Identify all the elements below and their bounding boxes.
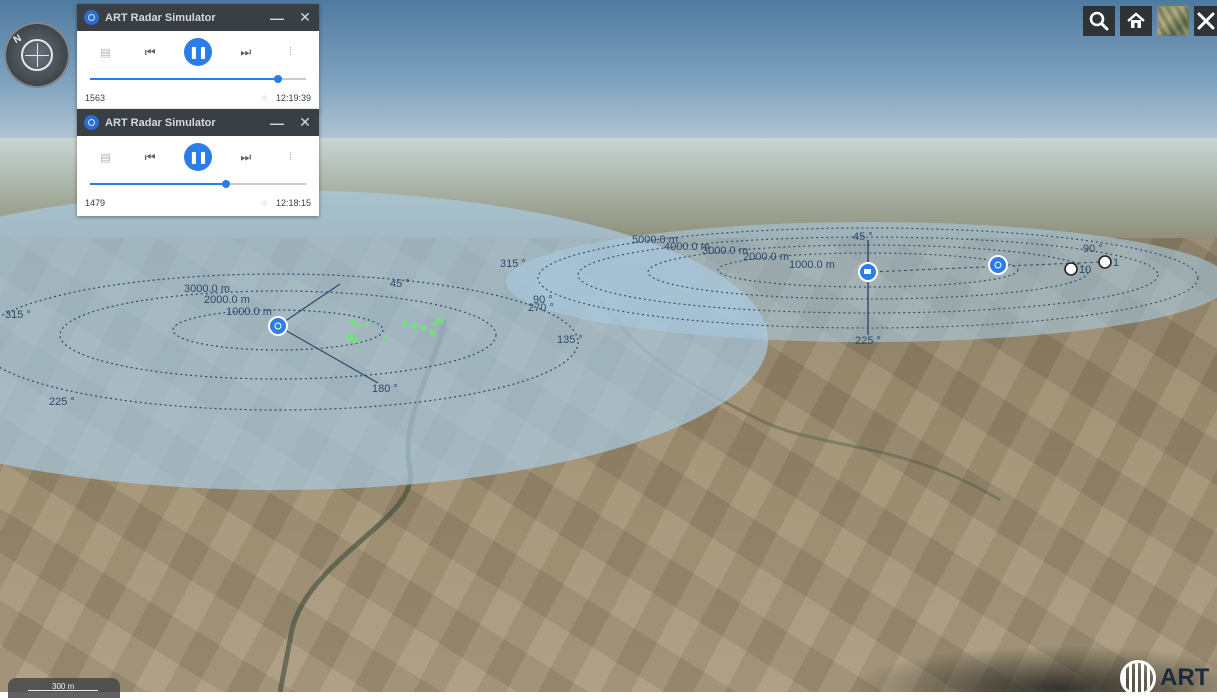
timeline-slider[interactable] <box>90 178 306 190</box>
loading-spinner-icon: ⁘ <box>260 92 268 103</box>
skip-forward-button[interactable]: ⏭ <box>235 146 257 168</box>
skip-forward-button[interactable]: ⏭ <box>235 41 257 63</box>
range-label: 1000.0 m <box>226 306 272 318</box>
bearing-label: 270 ° <box>528 302 554 314</box>
pause-button[interactable]: ❚❚ <box>183 38 212 66</box>
simulator-title: ART Radar Simulator <box>105 11 216 24</box>
layers-icon[interactable]: ▤ <box>94 146 116 168</box>
simulator-title: ART Radar Simulator <box>105 116 216 129</box>
bearing-label: 45 ° <box>853 231 873 243</box>
navigation-compass[interactable]: N <box>4 22 70 88</box>
basemap-button[interactable] <box>1157 6 1189 36</box>
close-button[interactable]: ✕ <box>291 114 319 131</box>
scale-bar: 300 m <box>8 678 120 698</box>
settings-icon[interactable]: ⁞ <box>280 41 302 63</box>
timeline-knob[interactable] <box>222 180 231 188</box>
bearing-label: 315 ° <box>500 258 526 270</box>
simulator-panel: ART Radar Simulator — ✕ ▤ ⏮ ❚❚ ⏭ ⁞ 1563 … <box>77 4 319 111</box>
layers-icon[interactable]: ▤ <box>94 41 116 63</box>
tools-button[interactable] <box>1194 6 1217 36</box>
track-label: 1 <box>1113 257 1119 269</box>
bearing-label: 45 ° <box>390 278 410 290</box>
frame-counter: 1563 <box>85 93 106 103</box>
range-label: 1000.0 m <box>789 259 835 271</box>
timeline-fill <box>90 183 227 185</box>
brand-text: ART <box>1160 664 1210 691</box>
radar-node-right <box>858 262 878 282</box>
timeline-knob[interactable] <box>273 75 282 83</box>
compass-reticle-icon <box>21 39 53 71</box>
basemap-icon <box>1158 7 1188 35</box>
playback-controls: ▤ ⏮ ❚❚ ⏭ ⁞ <box>77 136 319 178</box>
radar-node-right-2 <box>988 255 1008 275</box>
timeline-slider[interactable] <box>90 73 306 85</box>
bearing-label: 225 ° <box>855 335 881 347</box>
frame-counter: 1479 <box>85 198 106 208</box>
range-label: 2000.0 m <box>743 251 789 263</box>
settings-icon[interactable]: ⁞ <box>280 146 302 168</box>
loading-spinner-icon: ⁘ <box>260 197 268 208</box>
home-icon <box>1127 12 1145 28</box>
radar-app-icon <box>84 115 99 130</box>
timeline-fill <box>90 78 278 80</box>
close-button[interactable]: ✕ <box>291 9 319 26</box>
track-label: 10 <box>1079 264 1091 276</box>
skip-back-button[interactable]: ⏮ <box>139 41 161 63</box>
simulator-titlebar[interactable]: ART Radar Simulator — ✕ <box>77 4 319 31</box>
minimize-button[interactable]: — <box>263 10 291 26</box>
bearing-label: 180 ° <box>372 383 398 395</box>
simulator-panel: ART Radar Simulator — ✕ ▤ ⏮ ❚❚ ⏭ ⁞ 1479 … <box>77 109 319 216</box>
search-icon <box>1089 11 1109 31</box>
home-button[interactable] <box>1120 6 1152 36</box>
range-label: 2000.0 m <box>204 294 250 306</box>
simulator-titlebar[interactable]: ART Radar Simulator — ✕ <box>77 109 319 136</box>
minimize-button[interactable]: — <box>263 115 291 131</box>
playback-controls: ▤ ⏮ ❚❚ ⏭ ⁞ <box>77 31 319 73</box>
tools-icon <box>1197 12 1214 30</box>
radar-app-icon <box>84 10 99 25</box>
skip-back-button[interactable]: ⏮ <box>139 146 161 168</box>
sim-time: 12:18:15 <box>275 198 311 208</box>
bearing-label: 90 ° <box>1083 243 1103 255</box>
bearing-label: 315 ° <box>5 309 31 321</box>
bearing-label: 225 ° <box>49 396 75 408</box>
compass-north-label: N <box>11 32 24 47</box>
simulator-status: 1479 ⁘ 12:18:15 <box>77 190 319 216</box>
simulator-status: 1563 ⁘ 12:19:39 <box>77 85 319 111</box>
range-label: 3000.0 m <box>702 245 748 257</box>
pause-button[interactable]: ❚❚ <box>183 143 212 171</box>
brand-logo: ART <box>1120 660 1210 696</box>
bearing-label: 135 ° <box>557 334 583 346</box>
radar-node-left <box>268 316 288 336</box>
art-logo-icon <box>1120 660 1156 696</box>
sim-time: 12:19:39 <box>275 93 311 103</box>
search-button[interactable] <box>1083 6 1115 36</box>
